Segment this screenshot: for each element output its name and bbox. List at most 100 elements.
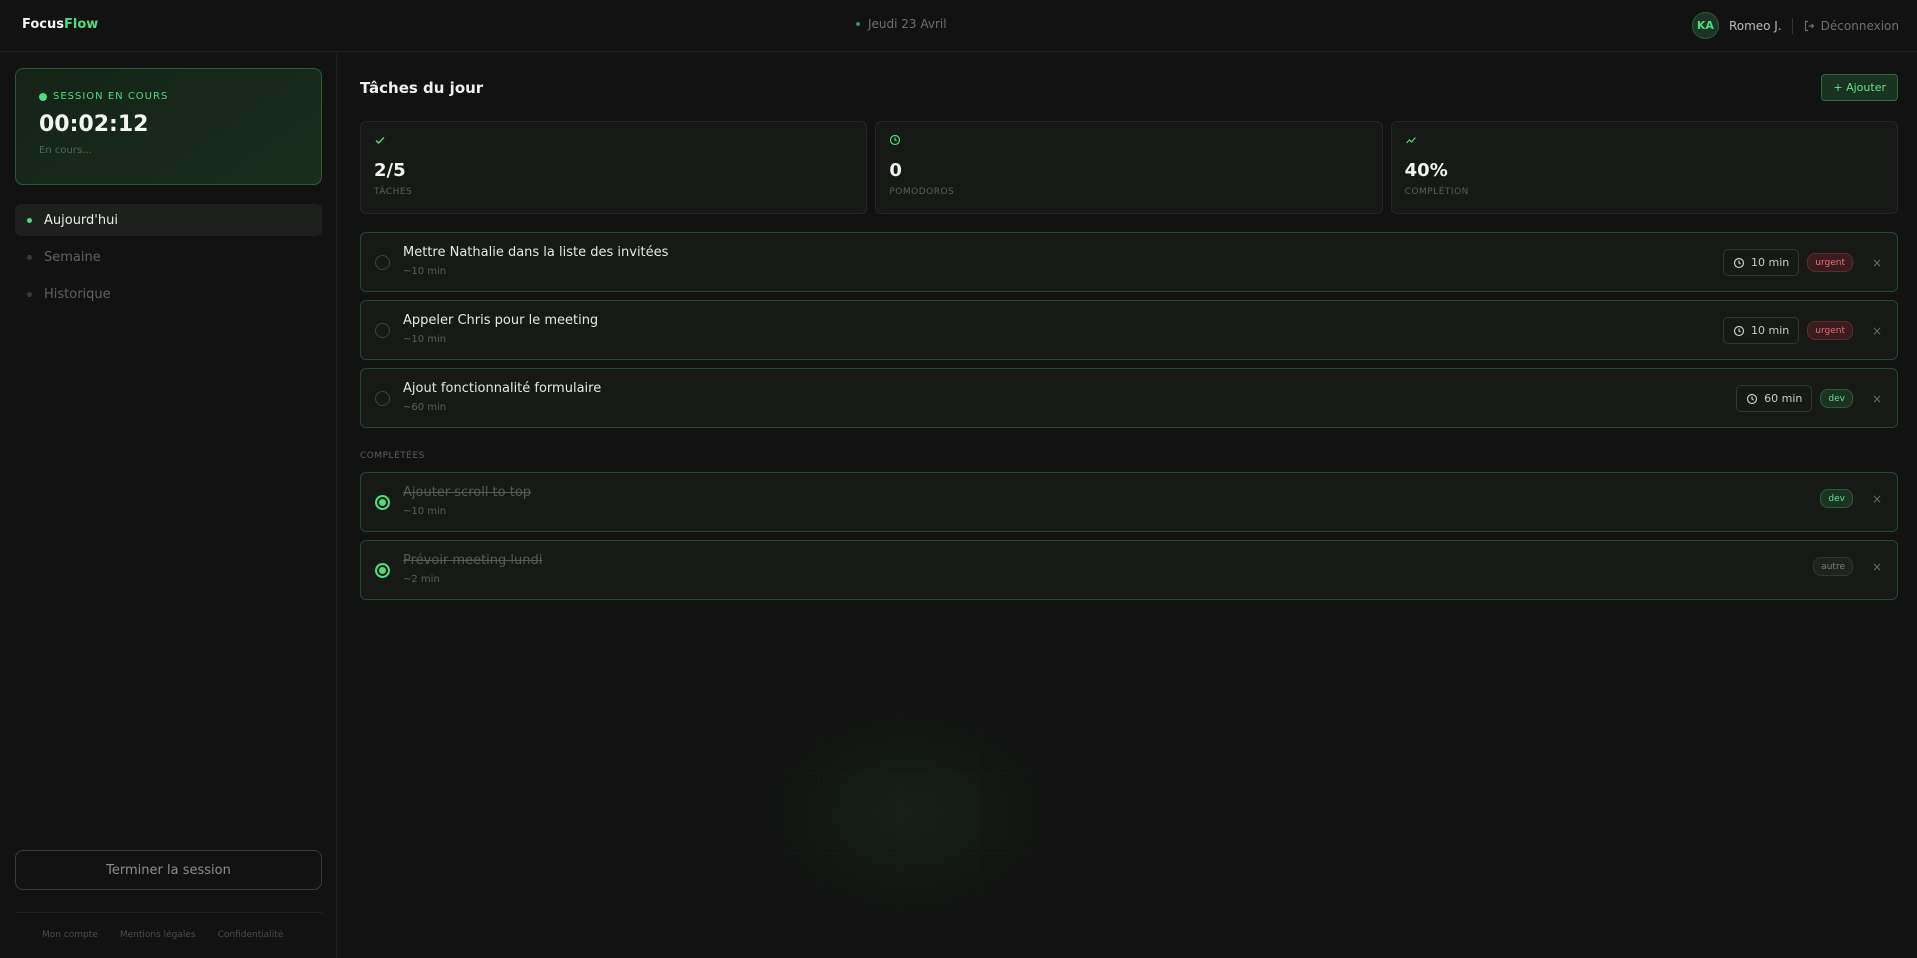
task-estimate: ~2 min (403, 574, 440, 585)
nav-item-label: Aujourd'hui (44, 212, 118, 228)
task-tag: urgent (1807, 321, 1853, 340)
start-timer-button[interactable]: 10 min (1723, 249, 1800, 276)
end-session-button[interactable]: Terminer la session (15, 850, 322, 890)
brand-logo[interactable]: FocusFlow (22, 17, 98, 32)
close-icon[interactable]: × (1871, 392, 1883, 406)
header-divider (1791, 17, 1793, 34)
logout-icon (1804, 20, 1815, 31)
session-card: SESSION EN COURS 00:02:12 En cours... (15, 68, 322, 185)
task-actions: 10 min urgent × (1723, 249, 1883, 276)
task-actions: 10 min urgent × (1723, 317, 1883, 344)
task-estimate: ~60 min (403, 402, 447, 413)
session-timer: 00:02:12 (39, 112, 149, 137)
task-name: Prévoir meeting lundi (403, 553, 543, 568)
stat-label: TÂCHES (374, 187, 413, 197)
task-checkbox[interactable] (375, 391, 390, 406)
main-content: Tâches du jour + Ajouter 2/5 TÂCHES 0 PO… (338, 53, 1917, 958)
add-task-button[interactable]: + Ajouter (1821, 74, 1898, 101)
logout-label: Déconnexion (1820, 18, 1899, 33)
stat-card-pomodoros: 0 POMODOROS (875, 121, 1383, 214)
nav-dot-icon (27, 291, 32, 297)
logout-button[interactable]: Déconnexion (1803, 19, 1899, 33)
footer-link-privacy[interactable]: Confidentialité (218, 930, 284, 940)
completed-section-label: COMPLÉTÉES (360, 451, 425, 461)
stat-value: 40% (1404, 160, 1448, 181)
stat-label: POMODOROS (889, 187, 955, 197)
task-item[interactable]: Appeler Chris pour le meeting ~10 min 10… (360, 300, 1898, 360)
nav-item-history[interactable]: Historique (15, 278, 322, 310)
clock-icon (1733, 257, 1745, 268)
task-item[interactable]: Ajout fonctionnalité formulaire ~60 min … (360, 368, 1898, 428)
clock-icon (1747, 393, 1758, 404)
task-checkbox[interactable] (375, 323, 390, 338)
task-actions: 60 min dev × (1736, 385, 1883, 412)
task-estimate: ~10 min (403, 266, 447, 277)
clock-icon (889, 134, 1368, 148)
completed-task-item[interactable]: Prévoir meeting lundi ~2 min autre × (360, 540, 1898, 600)
stat-label: COMPLÉTION (1404, 187, 1469, 197)
task-name: Ajouter scroll to top (403, 485, 532, 500)
nav-item-today[interactable]: Aujourd'hui (15, 204, 322, 236)
task-name: Ajout fonctionnalité formulaire (403, 381, 602, 396)
trend-icon (1405, 134, 1884, 148)
nav-item-week[interactable]: Semaine (15, 241, 322, 273)
footer-links: Mon compte Mentions légales Confidential… (42, 930, 283, 940)
footer-link-legal[interactable]: Mentions légales (120, 930, 196, 940)
nav-item-label: Semaine (44, 249, 101, 265)
task-tag: dev (1820, 489, 1853, 508)
sidebar-nav: Aujourd'hui Semaine Historique (15, 204, 322, 315)
date-dot-icon (856, 22, 860, 26)
task-checkbox-checked[interactable] (375, 495, 390, 510)
timer-label: 10 min (1751, 256, 1790, 269)
task-tag: urgent (1807, 253, 1853, 272)
task-name: Mettre Nathalie dans la liste des invité… (403, 245, 669, 260)
timer-label: 10 min (1751, 324, 1790, 337)
stats-row: 2/5 TÂCHES 0 POMODOROS 40% COMPLÉTION (360, 121, 1898, 214)
completed-task-list: Ajouter scroll to top ~10 min dev × Prév… (360, 472, 1898, 608)
task-item[interactable]: Mettre Nathalie dans la liste des invité… (360, 232, 1898, 292)
user-area: KA Romeo J. Déconnexion (1691, 12, 1899, 39)
task-list: Mettre Nathalie dans la liste des invité… (360, 232, 1898, 436)
session-label: SESSION EN COURS (39, 91, 298, 102)
sidebar: SESSION EN COURS 00:02:12 En cours... Au… (0, 53, 337, 958)
current-date: Jeudi 23 Avril (856, 17, 947, 31)
timer-label: 60 min (1764, 392, 1803, 405)
close-icon[interactable]: × (1871, 324, 1883, 338)
stat-value: 2/5 (374, 160, 406, 181)
nav-dot-icon (27, 254, 32, 260)
task-tag: dev (1820, 389, 1853, 408)
background-glow (758, 703, 1058, 923)
close-icon[interactable]: × (1871, 492, 1883, 506)
session-status: En cours... (39, 145, 92, 156)
start-timer-button[interactable]: 10 min (1723, 317, 1800, 344)
task-estimate: ~10 min (403, 334, 447, 345)
brand-name-part2: Flow (63, 17, 99, 32)
task-actions: dev × (1820, 489, 1883, 508)
live-dot-icon (39, 92, 47, 101)
nav-dot-icon (27, 217, 32, 223)
clock-icon (1733, 325, 1745, 336)
task-checkbox-checked[interactable] (375, 563, 390, 578)
stat-card-tasks: 2/5 TÂCHES (360, 121, 868, 214)
task-tag: autre (1813, 557, 1853, 576)
stat-value: 0 (889, 160, 902, 181)
sidebar-divider (15, 912, 322, 913)
top-bar: FocusFlow Jeudi 23 Avril KA Romeo J. Déc… (0, 0, 1917, 52)
task-name: Appeler Chris pour le meeting (403, 313, 599, 328)
session-label-text: SESSION EN COURS (53, 91, 169, 102)
task-actions: autre × (1813, 557, 1883, 576)
close-icon[interactable]: × (1871, 560, 1883, 574)
check-icon (374, 134, 853, 148)
footer-link-account[interactable]: Mon compte (42, 930, 98, 940)
date-label: Jeudi 23 Avril (868, 17, 947, 31)
nav-item-label: Historique (44, 286, 111, 302)
completed-task-item[interactable]: Ajouter scroll to top ~10 min dev × (360, 472, 1898, 532)
start-timer-button[interactable]: 60 min (1736, 385, 1813, 412)
task-checkbox[interactable] (375, 255, 390, 270)
user-name: Romeo J. (1728, 18, 1782, 33)
close-icon[interactable]: × (1871, 256, 1883, 270)
task-estimate: ~10 min (403, 506, 447, 517)
avatar[interactable]: KA (1691, 12, 1719, 39)
page-title: Tâches du jour (360, 79, 484, 97)
stat-card-completion: 40% COMPLÉTION (1390, 121, 1898, 214)
